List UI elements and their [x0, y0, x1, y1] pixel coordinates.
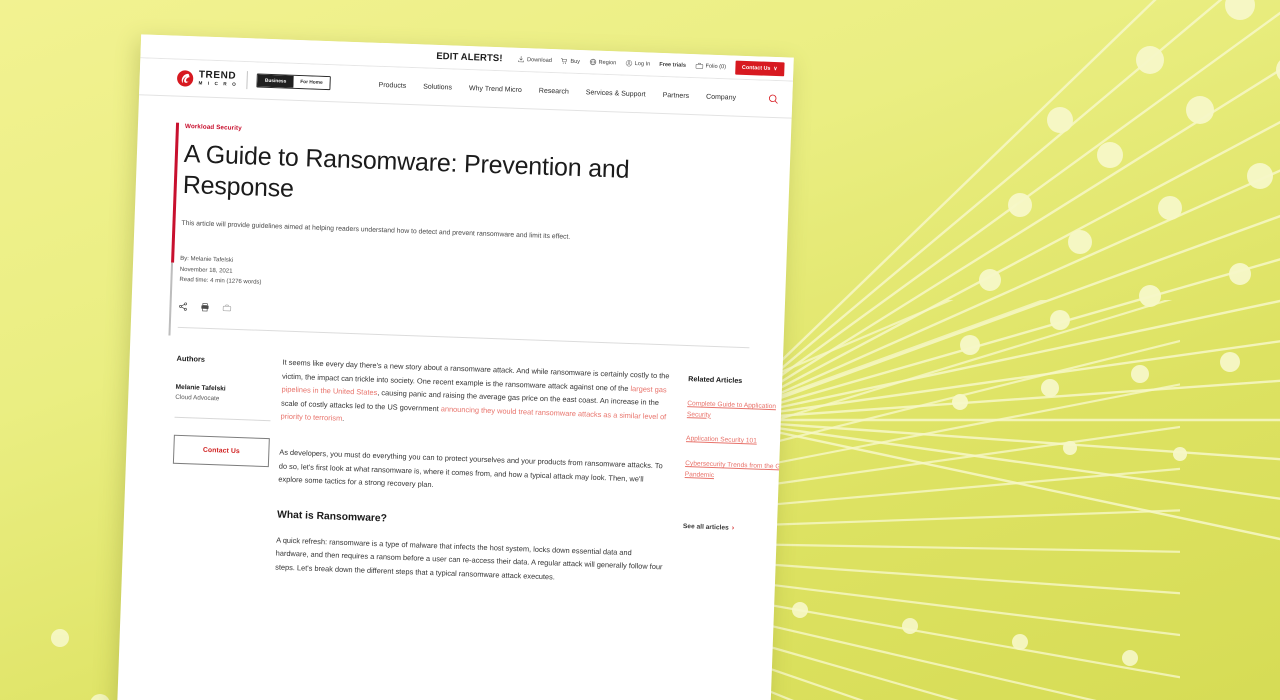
browser-page-card: EDIT ALERTS! Download Buy Region Log In …	[116, 34, 794, 700]
utility-download[interactable]: Download	[517, 56, 552, 64]
search-icon	[768, 94, 778, 104]
paragraph-1: It seems like every day there's a new st…	[280, 356, 672, 437]
authors-panel: Authors Melanie Tafelski Cloud Advocate …	[168, 352, 273, 596]
utility-folio-label: Folio (0)	[705, 63, 727, 70]
nav-item-partners[interactable]: Partners	[663, 92, 690, 100]
nav-item-research[interactable]: Research	[539, 87, 569, 95]
paragraph-2: As developers, you must do everything yo…	[278, 448, 663, 490]
trend-micro-wordmark: TREND M I C R O	[198, 69, 238, 88]
nav-item-services-support[interactable]: Services & Support	[586, 89, 646, 98]
article-body-columns: Authors Melanie Tafelski Cloud Advocate …	[121, 326, 794, 614]
utility-region[interactable]: Region	[589, 58, 616, 66]
related-link-3[interactable]: Cybersecurity Trends from the Global Pan…	[685, 459, 794, 484]
search-button[interactable]	[768, 94, 778, 104]
toggle-business[interactable]: Business	[257, 74, 294, 88]
utility-region-label: Region	[598, 59, 617, 66]
see-all-articles-label: See all articles	[682, 523, 729, 533]
save-icon[interactable]	[222, 304, 232, 313]
article-header: Workload Security A Guide to Ransomware:…	[131, 95, 792, 348]
nav-links: Products Solutions Why Trend Micro Resea…	[378, 80, 778, 104]
screenshot-stage: EDIT ALERTS! Download Buy Region Log In …	[0, 0, 1280, 700]
share-icon[interactable]	[178, 302, 187, 311]
utility-login[interactable]: Log In	[625, 60, 650, 68]
download-icon	[518, 56, 524, 63]
nav-item-solutions[interactable]: Solutions	[423, 83, 452, 91]
contact-us-button-header[interactable]: Contact Us ∨	[734, 60, 785, 76]
nav-item-why-trend-micro[interactable]: Why Trend Micro	[469, 85, 522, 94]
utility-free-trials-label: Free trials	[659, 61, 687, 69]
utility-login-label: Log In	[634, 60, 651, 68]
author-role: Cloud Advocate	[175, 393, 220, 403]
utility-buy-label: Buy	[570, 58, 581, 65]
logo-trend-text: TREND	[198, 69, 237, 82]
edit-alerts-label[interactable]: EDIT ALERTS!	[436, 51, 503, 64]
globe-icon	[589, 58, 596, 66]
contact-us-button-label: Contact Us	[741, 64, 771, 72]
logo-micro-text: M I C R O	[198, 80, 238, 88]
byline-block: By: Melanie Tafelski November 18, 2021 R…	[179, 254, 752, 305]
chevron-down-icon: ∨	[773, 65, 778, 72]
briefcase-icon	[695, 62, 703, 69]
utility-folio[interactable]: Folio (0)	[695, 62, 726, 70]
toggle-for-home[interactable]: For Home	[293, 75, 330, 90]
related-articles-panel: Related Articles Complete Guide to Appli…	[664, 370, 794, 616]
p1-text-c: .	[342, 413, 345, 423]
nav-item-company[interactable]: Company	[706, 93, 736, 101]
see-all-articles-link[interactable]: See all articles ›	[683, 524, 734, 533]
accent-bar-red	[171, 122, 180, 263]
authors-heading: Authors	[176, 353, 206, 364]
related-articles-heading: Related Articles	[688, 374, 743, 386]
audience-toggle: Business For Home	[256, 73, 331, 91]
utility-download-label: Download	[526, 56, 553, 64]
article-content: It seems like every day there's a new st…	[264, 355, 672, 610]
user-icon	[625, 60, 632, 67]
article-subtitle: This article will provide guidelines aim…	[181, 219, 571, 241]
section-heading-what-is-ransomware: What is Ransomware?	[276, 509, 388, 525]
utility-buy[interactable]: Buy	[561, 57, 580, 65]
contact-us-button-sidebar[interactable]: Contact Us	[172, 434, 270, 468]
trend-micro-logo[interactable]: TREND M I C R O	[176, 69, 238, 88]
paragraph-3: A quick refresh: ransomware is a type of…	[275, 535, 663, 582]
accent-bar-grey	[168, 262, 174, 336]
logo-divider	[246, 71, 249, 90]
print-icon[interactable]	[200, 303, 209, 312]
author-name: Melanie Tafelski	[175, 383, 226, 393]
utility-free-trials[interactable]: Free trials	[659, 61, 686, 68]
trend-micro-logo-icon	[177, 69, 194, 86]
cart-icon	[561, 57, 568, 64]
related-link-2[interactable]: Application Security 101	[686, 435, 794, 450]
page-title: A Guide to Ransomware: Prevention and Re…	[182, 139, 630, 203]
nav-item-products[interactable]: Products	[378, 81, 406, 89]
authors-divider	[174, 416, 271, 422]
related-link-1[interactable]: Complete Guide to Application Security	[687, 399, 794, 424]
chevron-right-icon: ›	[731, 525, 735, 533]
